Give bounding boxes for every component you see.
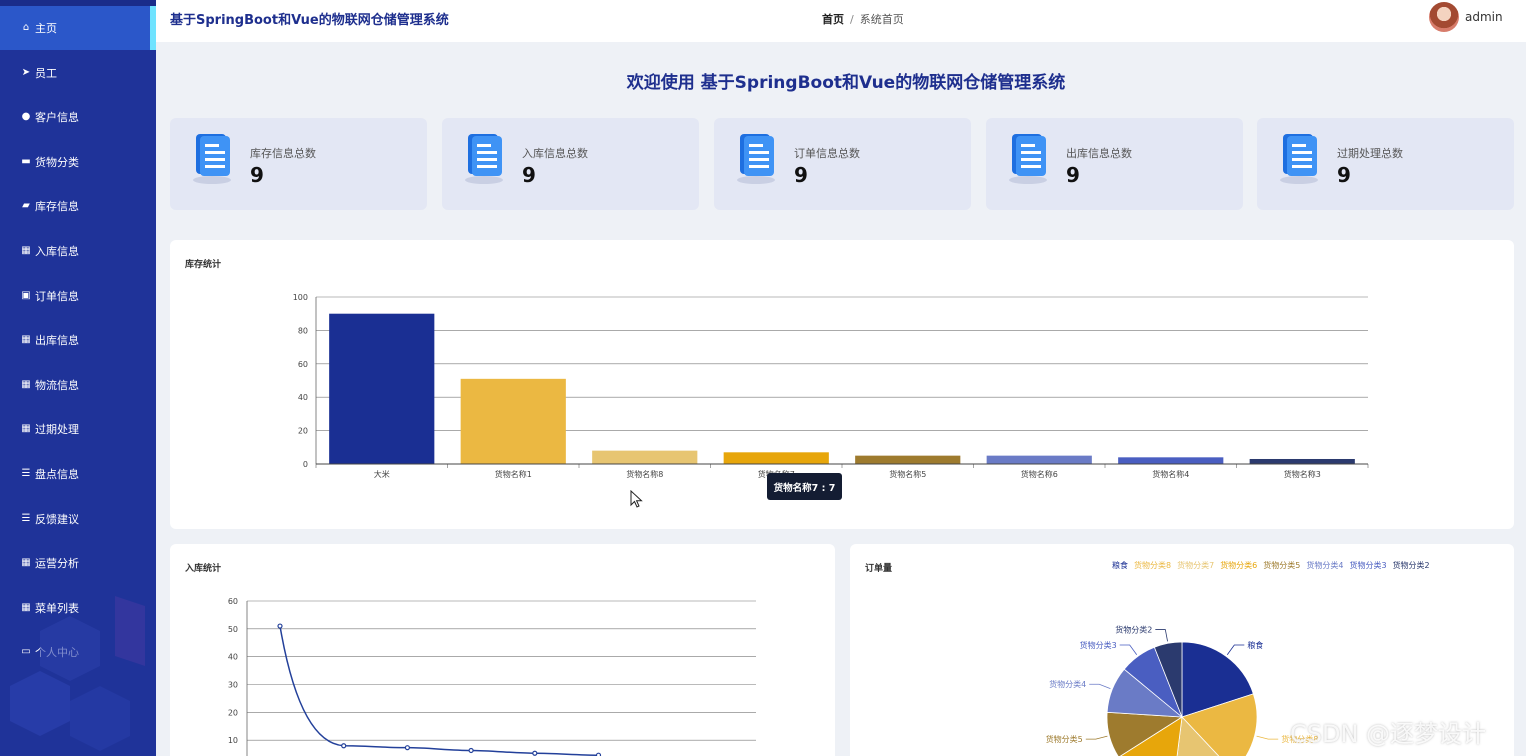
pie-slice-label: 货物分类3 bbox=[1080, 640, 1117, 650]
pie-label-line bbox=[1155, 629, 1168, 642]
pie-slice-label: 货物分类4 bbox=[1049, 679, 1086, 689]
pie-label-line bbox=[1089, 683, 1111, 690]
pie-slice-label: 粮食 bbox=[1247, 640, 1263, 650]
pie-slice-label: 货物分类2 bbox=[1115, 625, 1152, 635]
mouse-cursor-icon bbox=[630, 490, 643, 508]
chart-tooltip: 货物名称7 : 7 bbox=[767, 473, 842, 500]
pie-label-line bbox=[1085, 735, 1108, 740]
pie-slice-label: 货物分类5 bbox=[1046, 734, 1083, 744]
watermark: CSDN @逐梦设计 bbox=[1290, 720, 1487, 748]
orders-pie-chart: 粮食货物分类8货物分类5货物分类4货物分类3货物分类2 bbox=[1046, 625, 1318, 756]
pie-label-line bbox=[1119, 644, 1138, 655]
pie-label-line bbox=[1226, 644, 1245, 655]
pie-label-line bbox=[1256, 735, 1279, 740]
